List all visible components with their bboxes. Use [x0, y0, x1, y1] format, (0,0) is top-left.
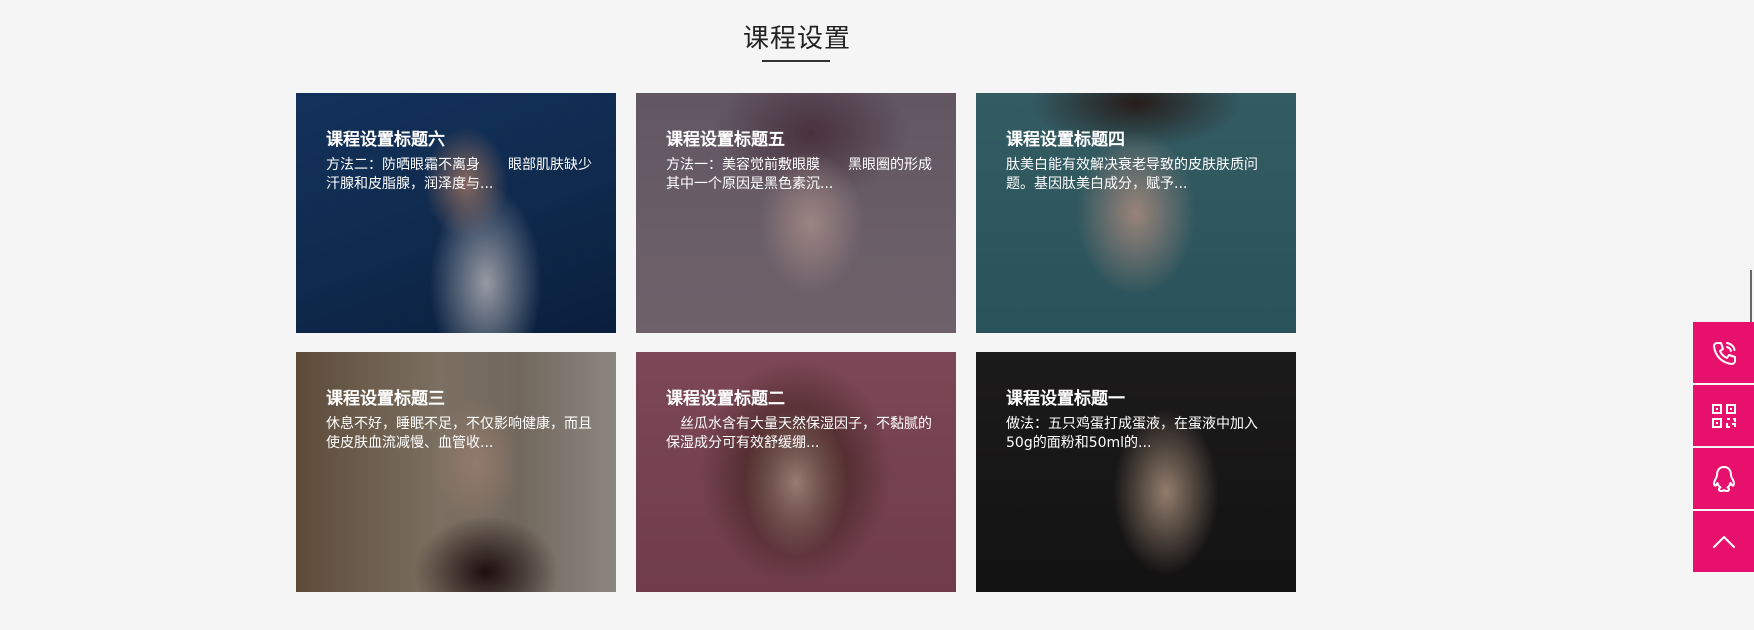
qq-icon: [1712, 465, 1735, 492]
card-title[interactable]: 课程设置标题四: [1006, 125, 1272, 150]
floating-sidebar: [1693, 322, 1754, 574]
card-title[interactable]: 课程设置标题五: [666, 125, 932, 150]
scrollbar-thumb[interactable]: [1750, 270, 1752, 322]
chevron-up-icon: [1712, 535, 1735, 548]
card-description: 方法二：防晒眼霜不离身 眼部肌肤缺少汗腺和皮脂腺，润泽度与...: [326, 157, 592, 192]
card-description: 肽美白能有效解决衰老导致的皮肤肤质问题。基因肽美白成分，赋予...: [1006, 157, 1258, 192]
card-title[interactable]: 课程设置标题三: [326, 384, 592, 409]
course-card[interactable]: 课程设置标题一 做法：五只鸡蛋打成蛋液，在蛋液中加入50g的面粉和50ml的..…: [976, 352, 1296, 592]
card-description: 休息不好，睡眠不足，不仅影响健康，而且使皮肤血流减慢、血管收...: [326, 416, 592, 451]
card-title[interactable]: 课程设置标题一: [1006, 384, 1272, 409]
course-grid: 课程设置标题六 方法二：防晒眼霜不离身 眼部肌肤缺少汗腺和皮脂腺，润泽度与...…: [296, 93, 1296, 592]
card-description: 方法一：美容觉前敷眼膜 黑眼圈的形成其中一个原因是黑色素沉...: [666, 157, 932, 192]
card-title[interactable]: 课程设置标题六: [326, 125, 592, 150]
section-title: 课程设置: [742, 24, 851, 54]
course-card[interactable]: 课程设置标题四 肽美白能有效解决衰老导致的皮肤肤质问题。基因肽美白成分，赋予..…: [976, 93, 1296, 333]
card-description: 丝瓜水含有大量天然保湿因子，不黏腻的保湿成分可有效舒缓绷...: [666, 416, 932, 451]
card-title[interactable]: 课程设置标题二: [666, 384, 932, 409]
phone-button[interactable]: [1693, 322, 1754, 383]
title-underline: [762, 60, 830, 62]
course-card[interactable]: 课程设置标题三 休息不好，睡眠不足，不仅影响健康，而且使皮肤血流减慢、血管收..…: [296, 352, 616, 592]
qq-button[interactable]: [1693, 448, 1754, 509]
qrcode-icon: [1711, 403, 1736, 428]
course-card[interactable]: 课程设置标题二 丝瓜水含有大量天然保湿因子，不黏腻的保湿成分可有效舒缓绷...: [636, 352, 956, 592]
qrcode-button[interactable]: [1693, 385, 1754, 446]
course-card[interactable]: 课程设置标题六 方法二：防晒眼霜不离身 眼部肌肤缺少汗腺和皮脂腺，润泽度与...: [296, 93, 616, 333]
back-to-top-button[interactable]: [1693, 511, 1754, 572]
phone-icon: [1712, 341, 1736, 365]
course-card[interactable]: 课程设置标题五 方法一：美容觉前敷眼膜 黑眼圈的形成其中一个原因是黑色素沉...: [636, 93, 956, 333]
card-description: 做法：五只鸡蛋打成蛋液，在蛋液中加入50g的面粉和50ml的...: [1006, 416, 1258, 451]
